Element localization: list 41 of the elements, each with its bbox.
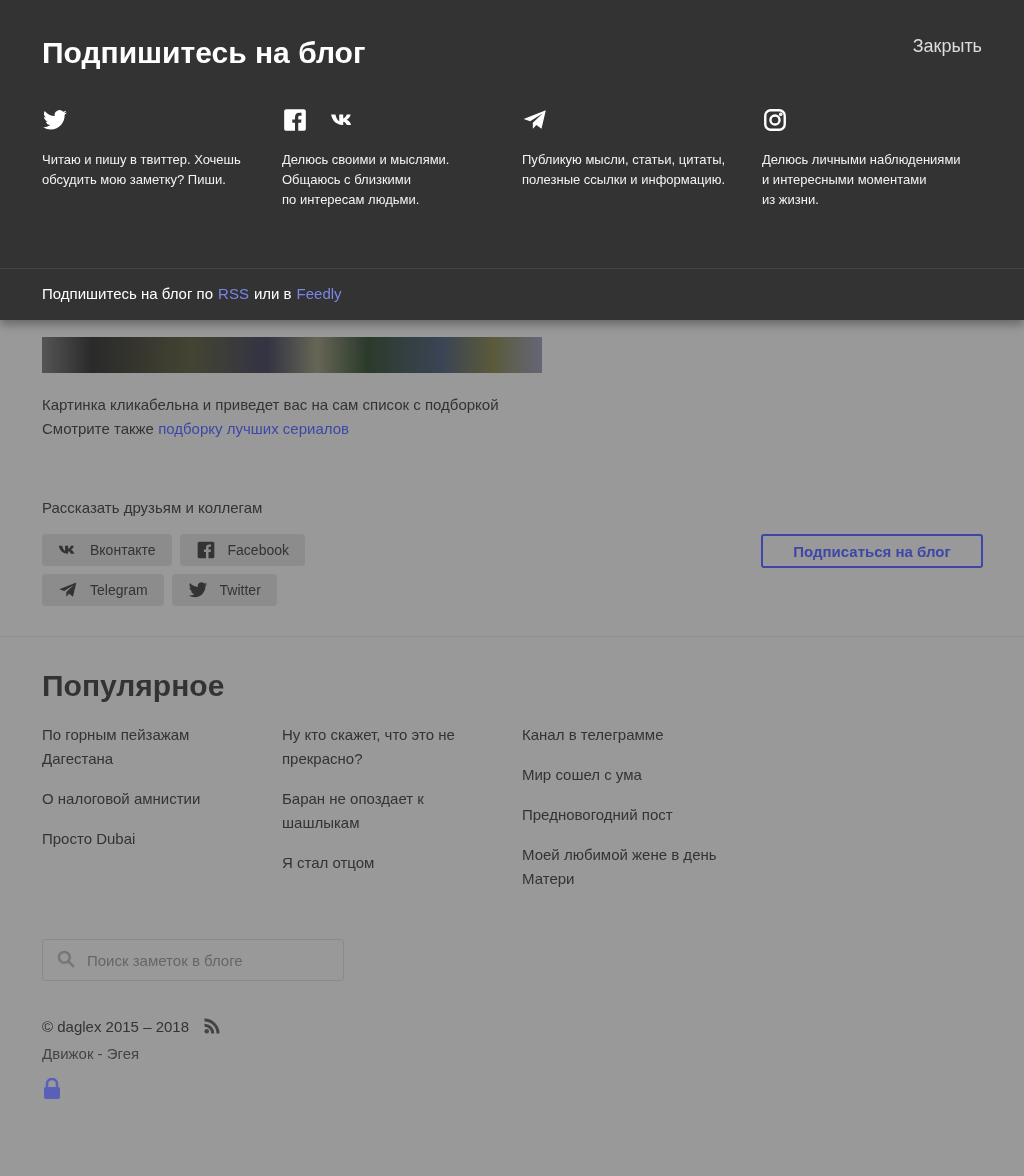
search-icon: [56, 949, 76, 969]
panel-title: Подпишитесь на блог: [42, 36, 366, 70]
series-link[interactable]: подборку лучших сериалов: [158, 420, 349, 437]
social-link[interactable]: [762, 107, 788, 133]
share-button[interactable]: Telegram: [42, 574, 164, 606]
popular-post-link[interactable]: Предновогодний пост: [522, 803, 732, 827]
popular-post-link[interactable]: О налоговой амнистии: [42, 787, 252, 811]
share-button[interactable]: Вконтакте: [42, 534, 172, 566]
popular-post-link[interactable]: Канал в телеграмме: [522, 723, 732, 747]
subscribe-text: Подпишитесь на блог по: [42, 285, 214, 302]
popular-title: Популярное: [42, 669, 226, 703]
popular-post-link[interactable]: Ну кто скажет, что это не прекрасно?: [282, 723, 492, 771]
poster-collage[interactable]: [42, 337, 542, 373]
rss-link[interactable]: RSS: [218, 285, 249, 302]
channel-description: Публикую мысли, статьи, цитаты, полезные ссылки и информацию.: [522, 151, 727, 189]
popular-post-link[interactable]: Я стал отцом: [282, 851, 492, 875]
close-link[interactable]: Закрыть: [912, 36, 982, 70]
share-button[interactable]: Facebook: [179, 534, 305, 566]
facebook-icon: [282, 107, 308, 133]
share-title: Рассказать друзьям и коллегам: [42, 499, 264, 516]
channel-description: Делюсь своими и мыслями. Общаюсь с близкими по интересам людьми.: [282, 151, 451, 209]
bird-icon: [187, 580, 208, 600]
popular-post-link[interactable]: Баран не опоздает к шашлыкам: [282, 787, 492, 835]
camera-icon: [762, 107, 788, 133]
subscribe-text: или в: [253, 285, 292, 302]
channel-description: Делюсь личными наблюдениями и интересными моментами из жизни.: [762, 151, 962, 209]
social-link[interactable]: [282, 107, 308, 133]
share-button[interactable]: Twitter: [171, 574, 277, 606]
facebook-icon: [195, 540, 216, 560]
channel-description: Читаю и пишу в твиттер. Хочешь обсудить мою заметку? Пиши.: [42, 151, 242, 189]
see-also-text: Смотрите также подборку лучших сериалов: [42, 419, 350, 439]
caption-text: Картинка кликабельна и приведет вас на сам список с подборкой: [42, 395, 500, 415]
copyright-text: © daglex 2015 – 2018: [42, 1017, 189, 1035]
rss-icon[interactable]: [203, 1017, 221, 1035]
popular-post-link[interactable]: Мир сошел с ума: [522, 763, 732, 787]
popular-post-link[interactable]: Моей любимой жене в день Матери: [522, 843, 732, 891]
feedly-link[interactable]: Feedly: [296, 285, 342, 302]
popular-post-link[interactable]: Просто Dubai: [42, 827, 252, 851]
engine-text: Движок - Эгея: [42, 1045, 141, 1062]
subscribe-button[interactable]: Подписаться на блог: [761, 534, 983, 568]
popular-post-link[interactable]: По горным пейзажам Дагестана: [42, 723, 252, 771]
